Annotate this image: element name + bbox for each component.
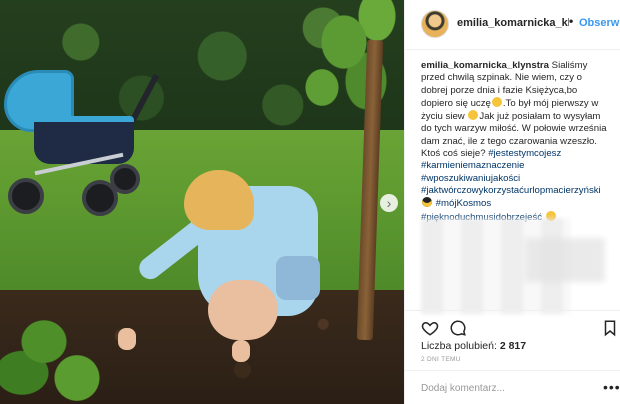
bookmark-icon[interactable]: [601, 319, 619, 337]
hashtag-link[interactable]: #jestestymcojesz: [488, 148, 561, 159]
person-hair: [184, 170, 254, 230]
person-shorts: [276, 256, 320, 300]
plant: [0, 300, 110, 404]
stroller-wheel: [110, 164, 140, 194]
chevron-right-icon[interactable]: ›: [380, 194, 398, 212]
grin-emoji-icon: [468, 110, 479, 121]
likes-number: 2 817: [499, 340, 527, 352]
likes-count[interactable]: Liczba polubień: 2 817: [421, 340, 526, 352]
tree-leaves: [300, 0, 404, 120]
more-icon[interactable]: •••: [603, 379, 620, 395]
caption-username[interactable]: emilia_komarnicka_klynstra: [421, 60, 549, 71]
person-leg: [208, 280, 278, 340]
stroller: [4, 66, 160, 216]
post-photo[interactable]: ›: [0, 0, 404, 404]
separator-dot: •: [569, 14, 574, 28]
comment-input[interactable]: Dodaj komentarz...: [421, 383, 505, 394]
post-header: emilia_komarnicka_klyn... • Obserwuj: [405, 0, 620, 50]
stroller-wheel: [8, 178, 44, 214]
avatar[interactable]: [421, 10, 449, 38]
hashtag-link[interactable]: #karmieniemaznaczenie: [421, 160, 607, 172]
header-username[interactable]: emilia_komarnicka_klyn...: [457, 17, 569, 29]
post-actions: [405, 310, 620, 340]
person-hand: [118, 328, 136, 350]
follow-button[interactable]: Obserwuj: [579, 17, 620, 29]
post-side-panel: emilia_komarnicka_klyn... • Obserwuj emi…: [404, 0, 620, 404]
hashtag-link[interactable]: #wposzukiwaniujakości: [421, 173, 607, 185]
comment-icon[interactable]: [449, 319, 467, 337]
hashtag-link[interactable]: #mójKosmos: [436, 198, 491, 209]
post-caption: emilia_komarnicka_klynstra Sialiśmy prze…: [421, 60, 607, 224]
likes-label: Liczba polubień:: [421, 340, 497, 352]
person-hand: [232, 340, 250, 362]
sunglasses-emoji-icon: [422, 197, 432, 208]
smile-emoji-icon: [491, 96, 502, 107]
add-comment-row: Dodaj komentarz... •••: [405, 370, 620, 404]
heart-icon[interactable]: [421, 319, 439, 337]
blurred-comments: [525, 238, 605, 282]
post-timestamp[interactable]: 2 DNI TEMU: [421, 356, 461, 363]
hashtag-link[interactable]: #jaktwórczowykorzystaćurlopmacierzyński: [421, 185, 607, 197]
